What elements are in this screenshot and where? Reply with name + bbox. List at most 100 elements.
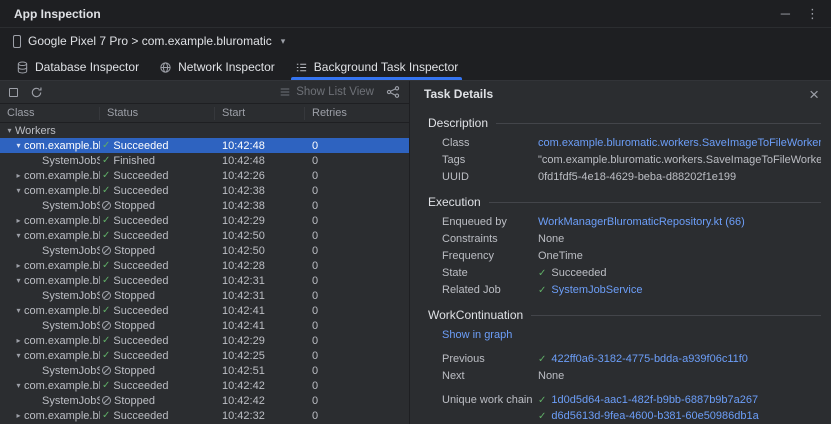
task-row[interactable]: ▸com.example.bl✓Succeeded10:42:290 [0,333,409,348]
related-job-link[interactable]: SystemJobService [551,284,642,296]
worker-group-row[interactable]: ▾Workers [0,123,409,138]
section-title: Execution [428,195,481,209]
success-check-icon: ✓ [102,335,110,346]
task-row[interactable]: ▸com.example.bl✓Succeeded10:42:260 [0,168,409,183]
task-start-time: 10:42:38 [215,200,305,212]
task-row[interactable]: ▾com.example.bl✓Succeeded10:42:250 [0,348,409,363]
chevron-right-icon[interactable]: ▸ [13,411,24,420]
column-header-status[interactable]: Status [100,107,215,120]
task-row[interactable]: SystemJobSStopped10:42:500 [0,243,409,258]
task-status: Succeeded [113,305,168,317]
stopped-icon [102,366,111,375]
column-header-retries[interactable]: Retries [305,107,409,120]
chevron-down-icon[interactable]: ▾ [13,231,24,240]
task-class-name: SystemJobS [42,290,100,302]
task-status: Finished [113,155,155,167]
task-start-time: 10:42:48 [215,140,305,152]
task-start-time: 10:42:26 [215,170,305,182]
task-class-name: com.example.bl [24,170,100,182]
task-retries: 0 [305,140,409,152]
frequency-value: OneTime [538,250,583,262]
task-row[interactable]: SystemJobSStopped10:42:310 [0,288,409,303]
task-row[interactable]: ▸com.example.bl✓Succeeded10:42:290 [0,213,409,228]
task-row[interactable]: ▸com.example.bl✓Succeeded10:42:280 [0,258,409,273]
stopped-icon [102,246,111,255]
task-status: Stopped [114,200,155,212]
show-graph-view-icon[interactable] [386,85,400,99]
titlebar: App Inspection ─ ⋮ [0,0,831,28]
task-class-name: com.example.bl [24,275,100,287]
stop-icon[interactable] [9,88,18,97]
task-retries: 0 [305,215,409,227]
stopped-icon [102,291,111,300]
minimize-icon[interactable]: ─ [781,7,790,20]
chevron-right-icon[interactable]: ▸ [13,216,24,225]
details-body: Description Class com.example.bluromatic… [410,107,831,424]
device-selector[interactable]: Google Pixel 7 Pro > com.example.bluroma… [0,28,831,54]
enqueued-by-link[interactable]: WorkManagerBluromaticRepository.kt (66) [538,216,745,228]
field-tags: Tags "com.example.bluromatic.workers.Sav… [442,154,821,166]
restart-icon[interactable] [30,86,43,99]
task-row[interactable]: ▾com.example.bl✓Succeeded10:42:410 [0,303,409,318]
column-header-start[interactable]: Start [215,107,305,120]
tab-database-inspector[interactable]: Database Inspector [6,54,149,80]
chevron-down-icon[interactable]: ▾ [4,126,15,135]
task-row[interactable]: SystemJobS✓Finished10:42:480 [0,153,409,168]
task-row[interactable]: ▸com.example.bl✓Succeeded10:42:320 [0,408,409,423]
work-chain-uuid-link[interactable]: 1d0d5d64-aac1-482f-b9bb-6887b9b7a267 [551,394,758,406]
class-link[interactable]: com.example.bluromatic.workers.SaveImage… [538,137,821,149]
success-check-icon: ✓ [102,305,110,316]
task-row[interactable]: SystemJobSStopped10:42:420 [0,393,409,408]
task-status: Succeeded [113,380,168,392]
task-table-body: ▾Workers▾com.example.bl✓Succeeded10:42:4… [0,123,409,424]
task-row[interactable]: SystemJobSStopped10:42:510 [0,363,409,378]
task-status: Succeeded [113,185,168,197]
chevron-right-icon[interactable]: ▸ [13,336,24,345]
field-label: State [442,267,538,279]
task-retries: 0 [305,350,409,362]
task-row[interactable]: ▾com.example.bl✓Succeeded10:42:310 [0,273,409,288]
chevron-down-icon[interactable]: ▾ [13,306,24,315]
uuid-value: 0fd1fdf5-4e18-4629-beba-d88202f1e199 [538,171,736,183]
show-in-graph-link[interactable]: Show in graph [442,329,512,341]
window-controls: ─ ⋮ [781,7,819,20]
constraints-value: None [538,233,564,245]
task-class-name: com.example.bl [24,260,100,272]
task-list-icon [295,61,308,74]
chevron-down-icon[interactable]: ▾ [13,381,24,390]
chevron-down-icon[interactable]: ▾ [13,141,24,150]
chevron-down-icon[interactable]: ▾ [13,276,24,285]
field-enqueued-by: Enqueued by WorkManagerBluromaticReposit… [442,216,821,228]
field-state: State ✓ Succeeded [442,267,821,279]
task-row[interactable]: SystemJobSStopped10:42:380 [0,198,409,213]
tab-network-inspector[interactable]: Network Inspector [149,54,285,80]
show-list-view-button[interactable]: Show List View [279,86,374,98]
chevron-down-icon[interactable]: ▾ [13,351,24,360]
task-start-time: 10:42:32 [215,410,305,422]
task-start-time: 10:42:41 [215,320,305,332]
task-row[interactable]: ▾com.example.bl✓Succeeded10:42:500 [0,228,409,243]
chevron-right-icon[interactable]: ▸ [13,171,24,180]
work-chain-list: ✓1d0d5d64-aac1-482f-b9bb-6887b9b7a267✓d6… [538,394,759,424]
task-retries: 0 [305,320,409,332]
previous-uuid-link[interactable]: 422ff0a6-3182-4775-bdda-a939f06c11f0 [551,353,748,365]
tab-background-task-inspector[interactable]: Background Task Inspector [285,54,469,80]
close-icon[interactable]: × [809,86,819,103]
task-retries: 0 [305,155,409,167]
task-retries: 0 [305,185,409,197]
task-row[interactable]: ▾com.example.bl✓Succeeded10:42:420 [0,378,409,393]
task-retries: 0 [305,410,409,422]
task-row[interactable]: ▾com.example.bl✓Succeeded10:42:480 [0,138,409,153]
more-options-icon[interactable]: ⋮ [806,7,819,20]
chevron-down-icon[interactable]: ▾ [13,186,24,195]
task-start-time: 10:42:42 [215,395,305,407]
globe-icon [159,61,172,74]
task-row[interactable]: SystemJobSStopped10:42:410 [0,318,409,333]
success-check-icon: ✓ [102,275,110,286]
chevron-right-icon[interactable]: ▸ [13,261,24,270]
task-retries: 0 [305,200,409,212]
task-row[interactable]: ▾com.example.bl✓Succeeded10:42:380 [0,183,409,198]
column-header-class[interactable]: Class [0,107,100,120]
work-chain-uuid-link[interactable]: d6d5613d-9fea-4600-b381-60e50986db1a [551,410,758,422]
table-header: Class Status Start Retries [0,104,409,123]
